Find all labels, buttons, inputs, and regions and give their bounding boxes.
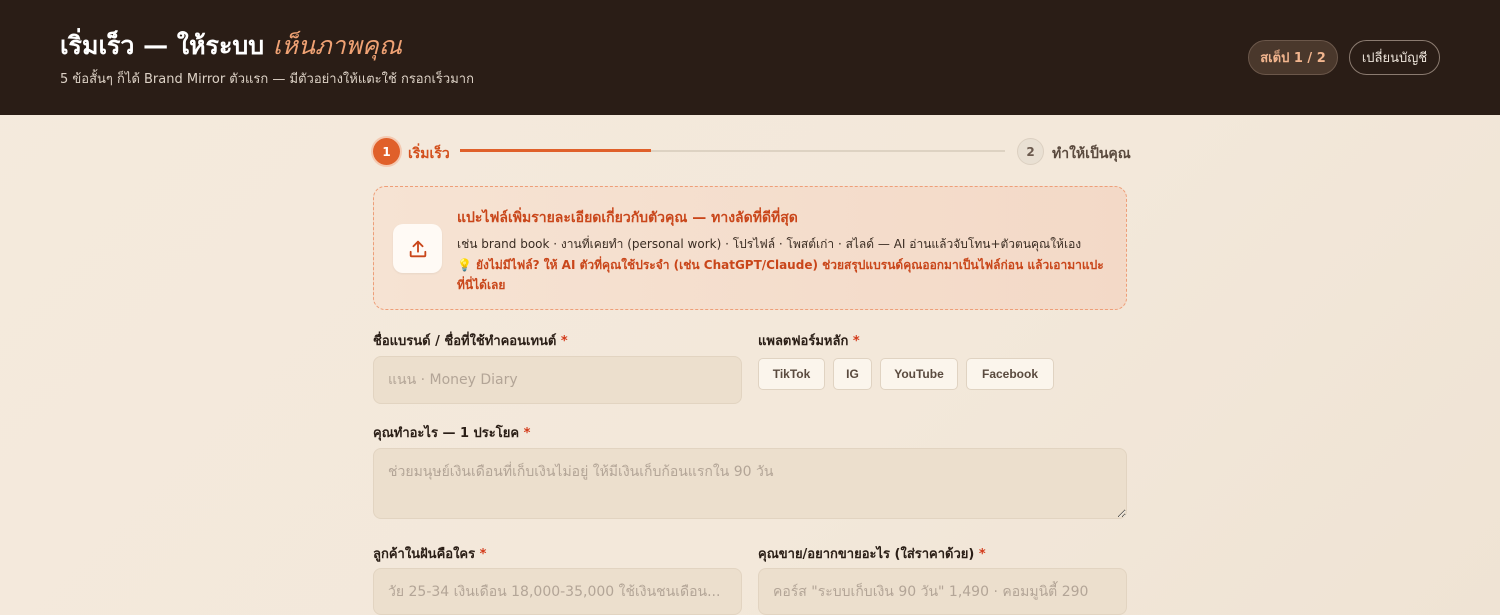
upload-description: เช่น brand book · งานที่เคยทำ (personal …: [457, 237, 1082, 251]
page-subtitle: 5 ข้อสั้นๆ ก็ได้ Brand Mirror ตัวแรก — ม…: [60, 72, 474, 87]
dream-customer-label: ลูกค้าในฝันคือใคร *: [373, 543, 486, 564]
what-you-do-label-text: คุณทำอะไร — 1 ประโยค: [373, 426, 520, 441]
dream-customer-label-text: ลูกค้าในฝันคือใคร: [373, 547, 476, 562]
platform-label-text: แพลตฟอร์มหลัก: [758, 334, 849, 349]
step-badge: สเต็ป 1 / 2: [1248, 40, 1338, 75]
upload-title: แปะไฟล์เพิ่มรายละเอียดเกี่ยวกับตัวคุณ — …: [457, 210, 798, 226]
platform-chip-tiktok[interactable]: TikTok: [758, 358, 825, 390]
required-marker: *: [560, 334, 568, 349]
brand-name-label-text: ชื่อแบรนด์ / ชื่อที่ใช้ทำคอนเทนต์: [373, 334, 557, 349]
required-marker: *: [852, 334, 860, 349]
platform-chip-youtube[interactable]: YouTube: [880, 358, 958, 390]
platform-chip-ig[interactable]: IG: [833, 358, 872, 390]
brand-name-label: ชื่อแบรนด์ / ชื่อที่ใช้ทำคอนเทนต์ *: [373, 330, 568, 351]
platform-chip-facebook[interactable]: Facebook: [966, 358, 1054, 390]
page-title-main: เริ่มเร็ว — ให้ระบบ: [60, 31, 265, 60]
required-marker: *: [978, 547, 986, 562]
upload-button[interactable]: [393, 224, 442, 273]
upload-icon: [409, 240, 426, 257]
page-title: เริ่มเร็ว — ให้ระบบ เห็นภาพคุณ: [60, 26, 402, 66]
upload-tip: 💡 ยังไม่มีไฟล์? ให้ AI ตัวที่คุณใช้ประจำ …: [457, 255, 1107, 295]
step-1-label[interactable]: เริ่มเร็ว: [408, 143, 450, 165]
offer-input[interactable]: [758, 568, 1127, 615]
brand-name-input[interactable]: [373, 356, 742, 404]
file-upload-dropzone[interactable]: แปะไฟล์เพิ่มรายละเอียดเกี่ยวกับตัวคุณ — …: [373, 186, 1127, 310]
switch-account-button[interactable]: เปลี่ยนบัญชี: [1349, 40, 1440, 75]
required-marker: *: [479, 547, 487, 562]
step-2-label[interactable]: ทำให้เป็นคุณ: [1052, 143, 1131, 165]
page-title-accent: เห็นภาพคุณ: [272, 31, 402, 60]
top-header: เริ่มเร็ว — ให้ระบบ เห็นภาพคุณ 5 ข้อสั้น…: [0, 0, 1500, 115]
lightbulb-icon: 💡: [457, 258, 472, 272]
step-2-circle[interactable]: 2: [1017, 138, 1044, 165]
required-marker: *: [523, 426, 531, 441]
offer-label-text: คุณขาย/อยากขายอะไร (ใส่ราคาด้วย): [758, 547, 975, 562]
dream-customer-input[interactable]: [373, 568, 742, 615]
what-you-do-textarea[interactable]: [373, 448, 1127, 519]
upload-tip-text: ยังไม่มีไฟล์? ให้ AI ตัวที่คุณใช้ประจำ (…: [457, 258, 1104, 292]
offer-label: คุณขาย/อยากขายอะไร (ใส่ราคาด้วย) *: [758, 543, 986, 564]
step-1-circle[interactable]: 1: [373, 138, 400, 165]
what-you-do-label: คุณทำอะไร — 1 ประโยค *: [373, 422, 530, 443]
platform-label: แพลตฟอร์มหลัก *: [758, 330, 860, 351]
stepper-progress-fill: [460, 149, 651, 152]
